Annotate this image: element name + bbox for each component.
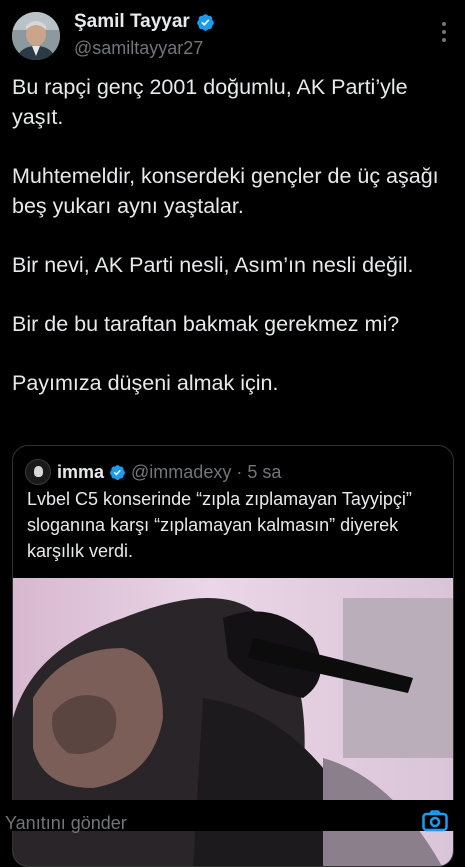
camera-icon[interactable] [422, 810, 448, 832]
author-avatar[interactable] [12, 12, 60, 60]
author-handle[interactable]: @samiltayyar27 [74, 38, 203, 59]
tweet-paragraph: Bu rapçi genç 2001 doğumlu, AK Parti’yle… [12, 75, 408, 129]
author-name[interactable]: Şamil Tayyar [74, 11, 190, 33]
more-options-icon[interactable] [441, 22, 447, 42]
tweet-paragraph: Payımıza düşeni almak için. [12, 371, 279, 395]
tweet-body: Bu rapçi genç 2001 doğumlu, AK Parti’yle… [12, 72, 457, 427]
quoted-tweet-text: Lvbel C5 konserinde “zıpla zıplamayan Ta… [27, 489, 412, 561]
verified-badge-icon [110, 464, 125, 480]
quoted-author-name[interactable]: imma [57, 462, 104, 483]
tweet-paragraph: Muhtemeldir, konserdeki gençler de üç aş… [12, 164, 439, 218]
quoted-author-avatar[interactable] [25, 459, 51, 485]
tweet-paragraph: Bir de bu taraftan bakmak gerekmez mi? [12, 312, 400, 336]
tweet-paragraph: Bir nevi, AK Parti nesli, Asım’ın nesli … [12, 253, 414, 277]
reply-bar: Yanıtını gönder [0, 800, 465, 833]
tweet-header: Şamil Tayyar @samiltayyar27 [0, 0, 465, 70]
verified-badge-icon [197, 13, 214, 31]
quoted-handle-time: @immadexy · 5 sa [131, 461, 282, 482]
